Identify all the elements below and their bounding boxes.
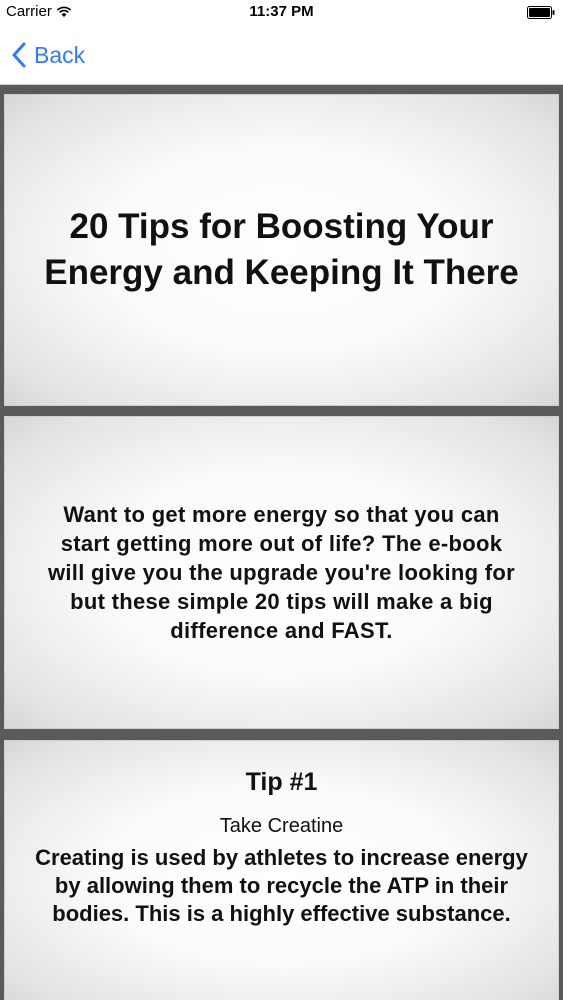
intro-text: Want to get more energy so that you can … (47, 502, 516, 643)
chevron-left-icon (12, 42, 26, 68)
navigation-bar: Back (0, 26, 563, 85)
back-label: Back (34, 41, 86, 68)
tip-card: Tip #1 Take Creatine Creating is used by… (4, 740, 559, 1000)
battery-icon (527, 6, 555, 19)
status-bar: Carrier 11:37 PM (0, 0, 563, 26)
tip-heading: Tip #1 (245, 768, 318, 796)
tip-body: Creating is used by athletes to increase… (35, 845, 528, 926)
book-title: 20 Tips for Boosting Your Energy and Kee… (44, 207, 519, 292)
back-button[interactable]: Back (12, 38, 85, 72)
tip-subheading: Take Creatine (219, 815, 344, 837)
status-time: 11:37 PM (249, 3, 314, 20)
title-card: 20 Tips for Boosting Your Energy and Kee… (4, 94, 559, 406)
ebook-content[interactable]: 20 Tips for Boosting Your Energy and Kee… (0, 85, 563, 1000)
intro-card: Want to get more energy so that you can … (4, 416, 559, 729)
